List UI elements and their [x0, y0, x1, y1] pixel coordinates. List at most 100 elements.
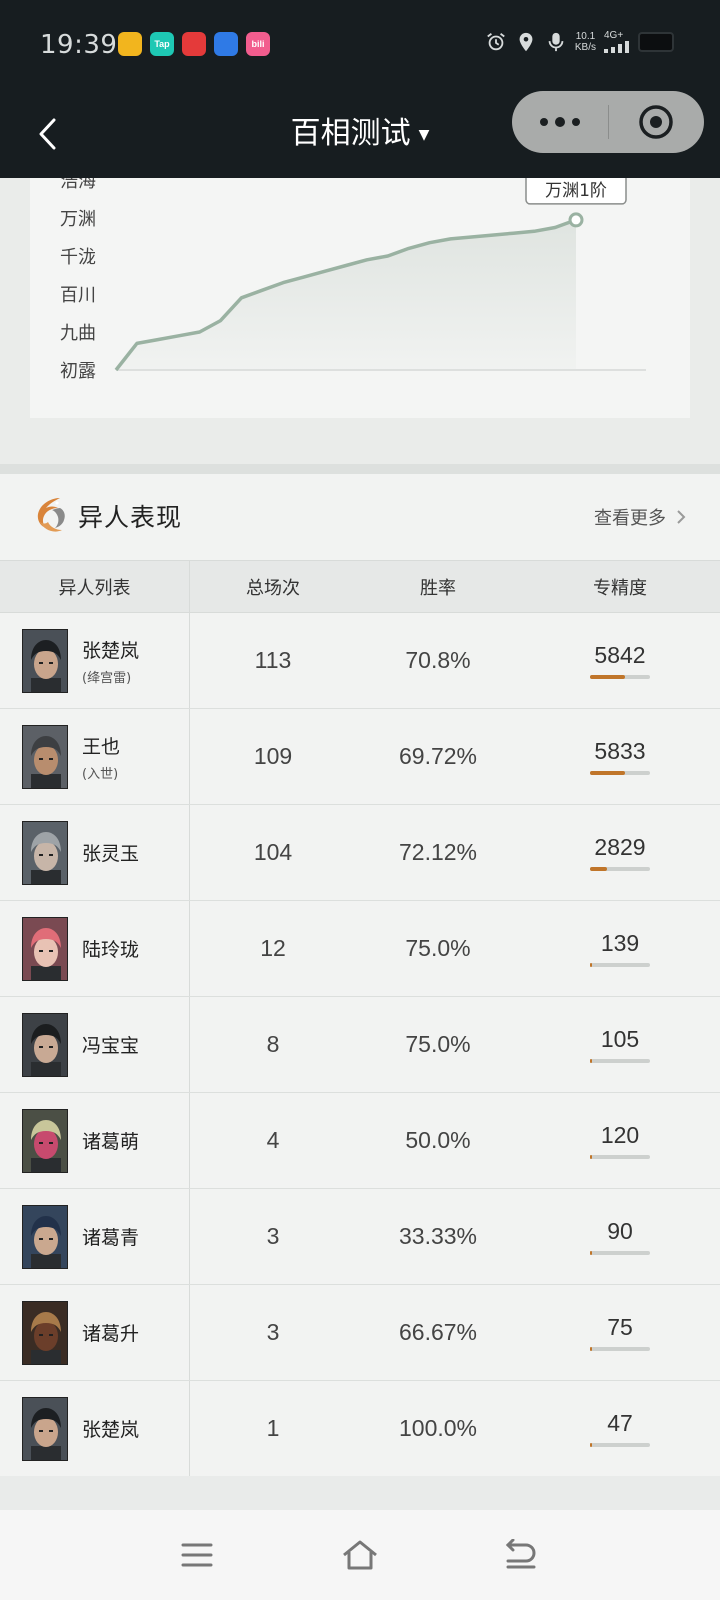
rank-chart-card: 初露 九曲 百川 千泷 万渊 浩海 万渊1阶 [30, 178, 690, 418]
character-name: 冯宝宝 [82, 1035, 140, 1057]
heart-app-icon [182, 32, 206, 56]
table-row[interactable]: 冯宝宝 8 75.0% 105 [0, 997, 720, 1093]
current-rank-point[interactable] [568, 212, 584, 228]
character-name: 张楚岚 [82, 1419, 140, 1441]
table-row[interactable]: 张楚岚 (绛宫雷) 113 70.8% 5842 [0, 613, 720, 709]
character-name: 诸葛青 [82, 1227, 140, 1249]
mastery-bar [590, 1443, 650, 1447]
character-performance-table: 异人列表 总场次 胜率 专精度 张楚岚 (绛宫雷) 113 70.8% 5842 王也 (入… [0, 560, 720, 1477]
mastery-bar-fill [590, 771, 625, 775]
games-count: 12 [260, 935, 286, 961]
table-row[interactable]: 张灵玉 104 72.12% 2829 [0, 805, 720, 901]
taptap-icon: Tap [150, 32, 174, 56]
menu-button[interactable] [172, 1530, 222, 1580]
character-portrait [22, 1300, 68, 1365]
rank-progress-chart: 初露 九曲 百川 千泷 万渊 浩海 万渊1阶 [60, 178, 646, 382]
status-time: 19:39 [40, 30, 118, 60]
character-name-block: 诸葛萌 [82, 1127, 139, 1154]
character-portrait [22, 1396, 68, 1461]
back-nav-button[interactable] [495, 1530, 545, 1580]
home-button[interactable] [335, 1530, 385, 1580]
win-rate: 66.67% [398, 1319, 477, 1345]
character-name: 张灵玉 [82, 843, 140, 865]
mastery-bar-fill [590, 867, 607, 871]
more-options-button[interactable] [512, 91, 608, 153]
games-count: 3 [266, 1223, 280, 1249]
microphone-icon [548, 32, 564, 51]
table-row[interactable]: 陆玲珑 12 75.0% 139 [0, 901, 720, 997]
section-title: 异人表现 [78, 503, 183, 532]
mastery-cell: 90 [520, 1189, 720, 1284]
character-name: 陆玲珑 [82, 939, 140, 961]
win-rate: 72.12% [398, 839, 477, 865]
rank-tooltip-text: 万渊1阶 [545, 181, 607, 201]
mastery-bar-fill [590, 1443, 592, 1447]
column-header-winrate: 胜率 [420, 577, 456, 599]
character-portrait [22, 1204, 68, 1269]
home-icon [343, 1540, 377, 1570]
mastery-cell: 5833 [520, 709, 720, 804]
win-rate: 100.0% [398, 1415, 477, 1441]
mastery-bar [590, 1251, 650, 1255]
see-more-label: 查看更多 [594, 508, 666, 529]
games-count: 104 [253, 839, 293, 865]
games-count: 8 [266, 1031, 280, 1057]
mastery-bar-fill [590, 963, 592, 967]
games-count: 1 [266, 1415, 280, 1441]
table-row[interactable]: 诸葛萌 4 50.0% 120 [0, 1093, 720, 1189]
table-row[interactable]: 诸葛升 3 66.67% 75 [0, 1285, 720, 1381]
mini-program-navbar: 百相测试 ▼ [0, 90, 720, 178]
performance-header: 异人表现 查看更多 [0, 474, 720, 560]
games-count: 109 [253, 743, 293, 769]
more-dot-icon [540, 118, 548, 126]
games-count: 4 [266, 1127, 280, 1153]
table-row[interactable]: 王也 (入世) 109 69.72% 5833 [0, 709, 720, 805]
mastery-bar-fill [590, 1347, 592, 1351]
win-rate: 75.0% [405, 935, 471, 961]
status-app-icons: Tap bili [118, 32, 270, 56]
dropdown-caret-icon: ▼ [418, 126, 430, 143]
character-name-block: 诸葛升 [82, 1319, 139, 1346]
mastery-bar [590, 867, 650, 871]
signal-indicator: 4G+ [604, 30, 630, 53]
character-cell: 张楚岚 [0, 1381, 190, 1476]
character-name: 张楚岚 [82, 639, 140, 662]
mastery-cell: 105 [520, 997, 720, 1092]
close-mini-program-button[interactable] [608, 91, 704, 153]
koi-fish-logo-icon [37, 498, 65, 532]
column-header-mastery: 专精度 [593, 577, 647, 599]
mastery-value: 75 [607, 1314, 633, 1340]
win-rate: 70.8% [405, 647, 471, 673]
mastery-value: 139 [600, 930, 640, 956]
character-name-block: 张灵玉 [82, 839, 139, 866]
menu-icon [181, 1543, 213, 1567]
see-more-link[interactable]: 查看更多 [594, 504, 686, 530]
win-rate: 50.0% [405, 1127, 471, 1153]
character-name-block: 张楚岚 [82, 1415, 139, 1442]
qq-browser-icon [118, 32, 142, 56]
character-cell: 冯宝宝 [0, 997, 190, 1092]
y-axis-level-label: 初露 [60, 361, 96, 382]
mastery-cell: 2829 [520, 805, 720, 900]
mastery-bar-fill [590, 1251, 592, 1255]
mastery-value: 47 [607, 1410, 633, 1436]
network-speed-value: 10.1 [575, 30, 596, 42]
mastery-cell: 5842 [520, 613, 720, 708]
back-icon [505, 1539, 536, 1569]
table-row[interactable]: 诸葛青 3 33.33% 90 [0, 1189, 720, 1285]
win-rate: 69.72% [398, 743, 477, 769]
mastery-value: 5833 [594, 738, 646, 764]
target-circle-icon [639, 105, 673, 139]
status-indicators: 10.1 KB/s 4G+ [485, 30, 674, 53]
column-header-games: 总场次 [246, 577, 300, 599]
character-cell: 陆玲珑 [0, 901, 190, 996]
column-header-character: 异人列表 [0, 561, 190, 612]
table-row[interactable]: 张楚岚 1 100.0% 47 [0, 1381, 720, 1477]
mastery-bar [590, 1059, 650, 1063]
battery-icon [638, 31, 674, 52]
character-name-block: 陆玲珑 [82, 935, 139, 962]
character-cell: 张灵玉 [0, 805, 190, 900]
character-portrait [22, 1012, 68, 1077]
games-count: 113 [254, 647, 292, 673]
alarm-icon [487, 32, 505, 50]
